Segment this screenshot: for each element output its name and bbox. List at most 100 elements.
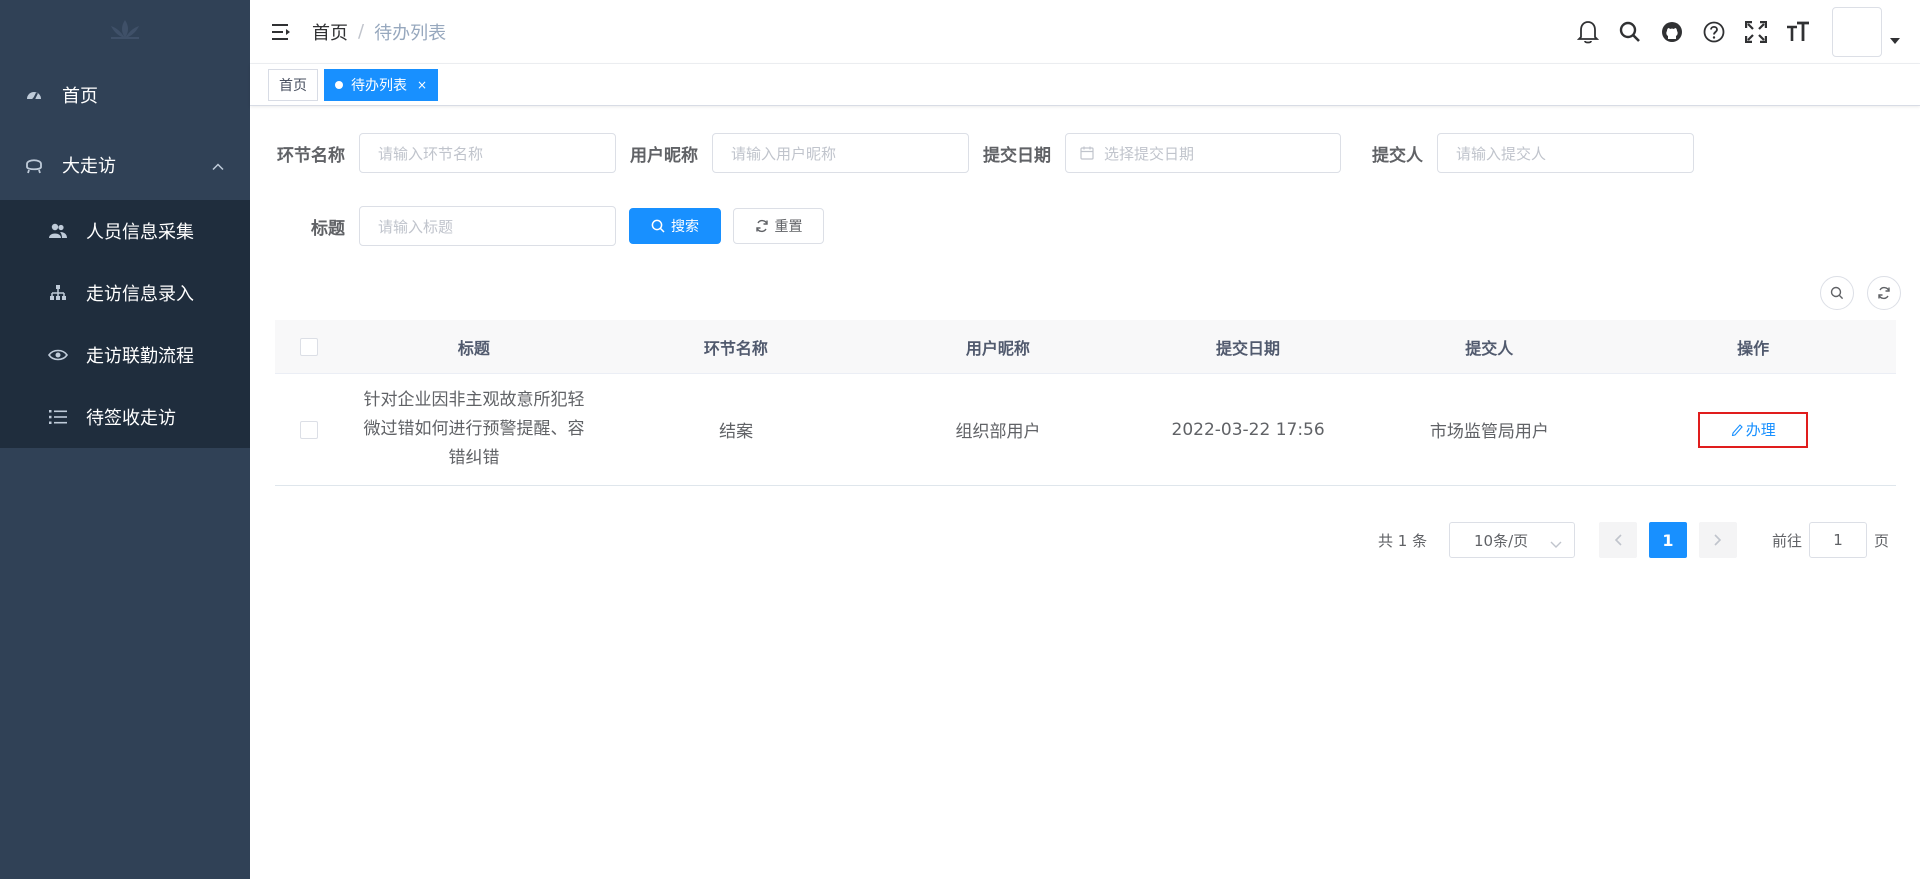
users-icon	[48, 221, 68, 241]
tree-icon	[48, 283, 68, 303]
sidebar-item-joint-flow[interactable]: 走访联勤流程	[0, 324, 250, 386]
visit-icon	[24, 155, 44, 175]
reset-button[interactable]: 重置	[733, 208, 824, 244]
placeholder: 请输入用户昵称	[731, 144, 837, 163]
nickname-input[interactable]: 请输入用户昵称	[712, 133, 969, 173]
sidebar-item-label: 人员信息采集	[86, 222, 194, 243]
github-icon[interactable]	[1658, 18, 1686, 46]
close-icon[interactable]: ×	[417, 78, 427, 92]
search-icon[interactable]	[1616, 18, 1644, 46]
submitter-input[interactable]: 请输入提交人	[1437, 133, 1694, 173]
sidebar-item-home[interactable]: 首页	[0, 60, 250, 130]
breadcrumb-current: 待办列表	[374, 22, 447, 44]
active-dot-icon	[335, 80, 343, 89]
column-header: 提交人	[1465, 338, 1514, 358]
chevron-up-icon	[212, 155, 224, 176]
search-button[interactable]: 搜索	[629, 208, 721, 244]
title-label: 标题	[311, 218, 345, 239]
goto-page-input[interactable]: 1	[1809, 522, 1867, 558]
navbar: 首页 / 待办列表	[250, 0, 1920, 64]
tag-label: 待办列表	[351, 77, 407, 94]
next-page-button[interactable]	[1699, 522, 1737, 558]
goto-label: 前往	[1772, 532, 1803, 550]
prev-page-button[interactable]	[1599, 522, 1637, 558]
row-checkbox[interactable]	[300, 420, 319, 439]
column-header: 操作	[1737, 338, 1770, 358]
page-size-value: 10条/页	[1474, 531, 1529, 550]
help-icon[interactable]	[1700, 18, 1728, 46]
calendar-icon	[1080, 146, 1094, 160]
submenu-visit: 人员信息采集 走访信息录入 走访联勤流程 待签收走访	[0, 200, 250, 448]
column-header: 标题	[457, 338, 490, 358]
title-line: 微过错如何进行预警提醒、容	[363, 419, 585, 439]
sidebar-item-visit[interactable]: 大走访	[0, 130, 250, 200]
cell-action: 办理	[1610, 411, 1896, 448]
placeholder: 请输入标题	[378, 217, 454, 236]
column-header: 环节名称	[703, 338, 768, 358]
breadcrumb: 首页 / 待办列表	[312, 19, 446, 45]
goto-suffix: 页	[1874, 532, 1890, 550]
sidebar-item-label: 待签收走访	[86, 408, 176, 429]
button-label: 搜索	[671, 219, 699, 235]
sidebar-item-personnel[interactable]: 人员信息采集	[0, 200, 250, 262]
fullscreen-icon[interactable]	[1742, 18, 1770, 46]
bell-icon[interactable]	[1574, 18, 1602, 46]
nickname-label: 用户昵称	[630, 145, 698, 166]
node-name-input[interactable]: 请输入环节名称	[359, 133, 616, 173]
search-icon	[1830, 286, 1844, 300]
avatar[interactable]	[1832, 7, 1882, 57]
sidebar-item-pending-visit[interactable]: 待签收走访	[0, 386, 250, 448]
placeholder: 请输入提交人	[1456, 144, 1547, 163]
table-header: 标题 环节名称 用户昵称 提交日期 提交人 操作	[275, 320, 1896, 374]
lotus-logo-icon	[111, 20, 139, 39]
cell-title: 针对企业因非主观故意所犯轻 微过错如何进行预警提醒、容 错纠错	[344, 386, 604, 473]
list-icon	[48, 407, 68, 427]
refresh-icon	[755, 219, 768, 233]
cell-node-name: 结案	[719, 422, 754, 442]
button-label: 重置	[774, 219, 803, 235]
toggle-search-button[interactable]	[1820, 276, 1854, 310]
caret-down-icon[interactable]	[1890, 38, 1900, 44]
chevron-left-icon	[1614, 534, 1622, 546]
date-picker[interactable]: 选择提交日期	[1065, 133, 1341, 173]
page-size-select[interactable]: 10条/页	[1449, 522, 1575, 558]
sidebar-item-visit-entry[interactable]: 走访信息录入	[0, 262, 250, 324]
refresh-button[interactable]	[1867, 276, 1901, 310]
title-line: 错纠错	[448, 448, 500, 468]
tags-view: 首页 待办列表 ×	[250, 64, 1920, 106]
tag-todo-list[interactable]: 待办列表 ×	[324, 68, 439, 101]
breadcrumb-home[interactable]: 首页	[312, 19, 348, 45]
refresh-icon	[1878, 286, 1890, 300]
pagination-total: 共 1 条	[1378, 532, 1428, 550]
page-1-button[interactable]: 1	[1649, 522, 1687, 558]
hamburger-icon[interactable]	[270, 20, 294, 44]
sidebar-item-label: 大走访	[62, 156, 116, 177]
button-label: 办理	[1745, 421, 1776, 439]
tag-label: 首页	[279, 77, 307, 94]
pagination: 共 1 条 10条/页 1 前往 1 页	[250, 522, 1896, 558]
title-line: 针对企业因非主观故意所犯轻	[363, 390, 585, 410]
dashboard-icon	[24, 85, 44, 105]
font-size-icon[interactable]	[1784, 18, 1812, 46]
breadcrumb-separator: /	[358, 21, 365, 42]
column-header: 用户昵称	[965, 338, 1030, 358]
select-all-checkbox[interactable]	[300, 337, 319, 356]
node-name-label: 环节名称	[277, 145, 345, 166]
table-row[interactable]: 针对企业因非主观故意所犯轻 微过错如何进行预警提醒、容 错纠错 结案 组织部用户…	[275, 374, 1896, 486]
cell-submitter: 市场监管局用户	[1429, 422, 1549, 442]
sidebar: 首页 大走访 人员信息采集 走访信息录入 走访联勤流程 待签收走访	[0, 0, 250, 879]
sidebar-item-label: 首页	[62, 86, 98, 107]
handle-button[interactable]: 办理	[1698, 411, 1809, 448]
search-row-1: 环节名称 请输入环节名称 用户昵称 请输入用户昵称 提交日期 选择提交日期 提交…	[275, 133, 1694, 173]
placeholder: 选择提交日期	[1104, 144, 1195, 163]
title-input[interactable]: 请输入标题	[359, 206, 616, 246]
cell-nickname: 组织部用户	[955, 422, 1041, 442]
eye-icon	[48, 345, 68, 365]
date-label: 提交日期	[983, 145, 1051, 166]
placeholder: 请输入环节名称	[378, 144, 484, 163]
right-menu	[1560, 0, 1900, 64]
sidebar-item-label: 走访信息录入	[86, 284, 194, 305]
tag-home[interactable]: 首页	[268, 68, 318, 101]
logo[interactable]	[0, 0, 250, 60]
sidebar-item-label: 走访联勤流程	[86, 346, 194, 367]
